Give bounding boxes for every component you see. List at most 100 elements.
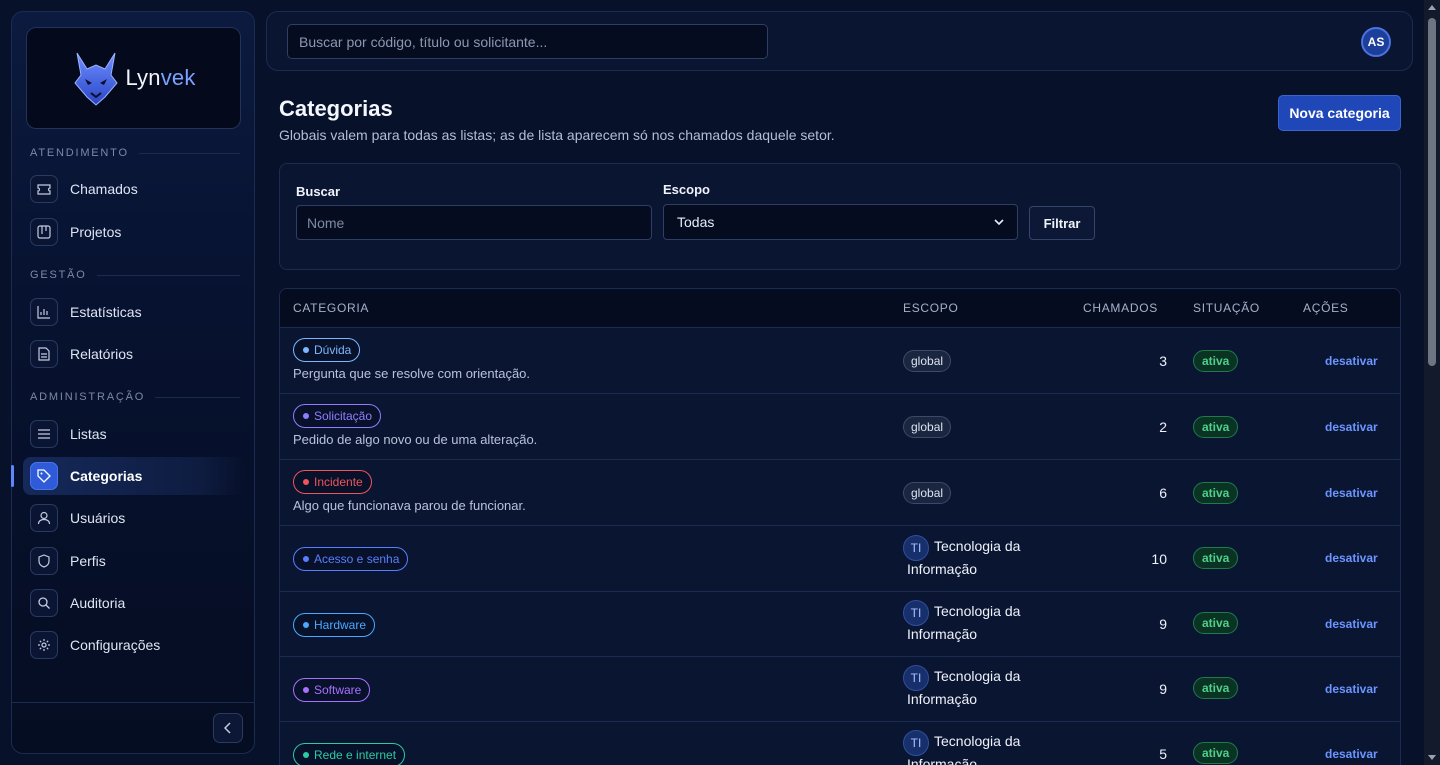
sidebar-item-label: Projetos (70, 224, 122, 240)
scroll-thumb[interactable] (1428, 18, 1436, 366)
table-row: Acesso e senha TI Tecnologia da Informaçã… (280, 526, 1400, 592)
name-search-input[interactable] (296, 205, 652, 240)
filter-panel: Buscar Escopo Todas Filtrar (279, 163, 1401, 270)
ticket-count: 10 (1151, 551, 1167, 567)
sidebar-item-perfis[interactable]: Perfis (23, 542, 245, 580)
page-scrollbar[interactable] (1424, 0, 1440, 765)
category-description: Pedido de algo novo ou de uma alteração. (293, 432, 538, 447)
ticket-count: 9 (1159, 681, 1167, 697)
scope-label: Escopo (663, 182, 710, 197)
column-header-escopo: ESCOPO (903, 301, 959, 315)
chevron-left-icon (224, 722, 231, 734)
bar-chart-icon (30, 298, 58, 326)
color-dot (303, 479, 309, 485)
table-row: Solicitação Pedido de algo novo ou de um… (280, 394, 1400, 460)
table-header: CATEGORIA ESCOPO CHAMADOS SITUAÇÃO AÇÕES (280, 289, 1400, 328)
sidebar-item-relatorios[interactable]: Relatórios (23, 335, 245, 373)
document-icon (30, 340, 58, 368)
search-icon (30, 589, 58, 617)
sidebar-item-usuarios[interactable]: Usuários (23, 499, 245, 537)
scope-badge: global (903, 350, 952, 372)
table-row: Rede e internet TI Tecnologia da Informaç… (280, 721, 1400, 765)
ticket-count: 9 (1159, 616, 1167, 632)
sidebar-item-label: Usuários (70, 510, 126, 526)
category-pill: Hardware (293, 613, 376, 637)
table-row: Software TI Tecnologia da Informação 9 at… (280, 656, 1400, 722)
color-dot (303, 347, 309, 353)
lynx-logo-icon (74, 52, 119, 106)
category-pill: Incidente (293, 470, 372, 494)
deactivate-link[interactable]: desativar (1325, 682, 1378, 696)
sidebar-item-projetos[interactable]: Projetos (23, 213, 245, 251)
scope-select[interactable]: Todas (663, 204, 1018, 240)
category-pill: Acesso e senha (293, 547, 409, 571)
color-dot (303, 752, 309, 758)
sidebar-item-label: Auditoria (70, 595, 126, 611)
list-name: Tecnologia da Informação (907, 603, 1021, 642)
sidebar-item-categorias[interactable]: Categorias (23, 457, 245, 495)
deactivate-link[interactable]: desativar (1325, 420, 1378, 434)
table-row: Hardware TI Tecnologia da Informação 9 at… (280, 591, 1400, 657)
ticket-count: 6 (1159, 485, 1167, 501)
categories-table: CATEGORIA ESCOPO CHAMADOS SITUAÇÃO AÇÕES… (279, 288, 1401, 765)
sidebar-item-label: Perfis (70, 553, 106, 569)
global-search-input[interactable] (287, 24, 768, 59)
sidebar-item-label: Estatísticas (70, 304, 142, 320)
scope-select-value: Todas (677, 214, 715, 230)
ticket-count: 3 (1159, 353, 1167, 369)
scroll-down-arrow-icon[interactable] (1428, 755, 1436, 760)
gear-icon (30, 631, 58, 659)
scroll-up-arrow-icon[interactable] (1428, 5, 1436, 10)
topbar: AS (266, 11, 1413, 71)
category-pill: Rede e internet (293, 743, 406, 765)
color-dot (303, 622, 309, 628)
brand-logo[interactable]: Lynvek (26, 27, 241, 129)
ticket-icon (30, 175, 58, 203)
section-label-administracao: ADMINISTRAÇÃO (30, 391, 240, 403)
search-label: Buscar (296, 184, 341, 199)
shield-icon (30, 547, 58, 575)
collapse-sidebar-button[interactable] (213, 713, 243, 743)
scope-list: TI Tecnologia da Informação (903, 600, 1064, 642)
sidebar-item-chamados[interactable]: Chamados (23, 170, 245, 208)
sidebar: Lynvek ATENDIMENTO Chamados Projetos GES… (11, 11, 255, 754)
page-title: Categorias (279, 96, 393, 121)
sidebar-item-configuracoes[interactable]: Configurações (23, 626, 245, 664)
list-icon (30, 420, 58, 448)
status-badge: ativa (1193, 416, 1239, 438)
new-category-button[interactable]: Nova categoria (1278, 95, 1401, 131)
user-icon (30, 504, 58, 532)
page-subtitle: Globais valem para todas as listas; as d… (279, 127, 835, 143)
table-row: Incidente Algo que funcionava parou de f… (280, 460, 1400, 526)
filter-button[interactable]: Filtrar (1029, 206, 1095, 240)
table-row: Dúvida Pergunta que se resolve com orien… (280, 328, 1400, 394)
status-badge: ativa (1193, 482, 1239, 504)
kanban-icon (30, 218, 58, 246)
ticket-count: 2 (1159, 419, 1167, 435)
sidebar-item-auditoria[interactable]: Auditoria (23, 584, 245, 622)
deactivate-link[interactable]: desativar (1325, 486, 1378, 500)
section-label-gestao: GESTÃO (30, 269, 240, 281)
ticket-count: 5 (1159, 746, 1167, 762)
status-badge: ativa (1193, 547, 1239, 569)
deactivate-link[interactable]: desativar (1325, 551, 1378, 565)
list-name: Tecnologia da Informação (907, 668, 1021, 707)
category-description: Algo que funcionava parou de funcionar. (293, 498, 526, 513)
category-pill: Dúvida (293, 338, 361, 362)
sidebar-item-listas[interactable]: Listas (23, 415, 245, 453)
avatar[interactable]: AS (1361, 27, 1391, 57)
scope-badge: global (903, 482, 952, 504)
column-header-categoria: CATEGORIA (293, 301, 370, 315)
brand-name: Lynvek (125, 65, 196, 90)
deactivate-link[interactable]: desativar (1325, 354, 1378, 368)
deactivate-link[interactable]: desativar (1325, 617, 1378, 631)
column-header-acoes: AÇÕES (1303, 301, 1349, 315)
color-dot (303, 556, 309, 562)
scope-list: TI Tecnologia da Informação (903, 665, 1064, 707)
status-badge: ativa (1193, 677, 1239, 699)
deactivate-link[interactable]: desativar (1325, 747, 1378, 761)
tag-icon (30, 462, 58, 490)
column-header-chamados: CHAMADOS (1083, 301, 1158, 315)
list-name: Tecnologia da Informação (907, 733, 1021, 765)
sidebar-item-estatisticas[interactable]: Estatísticas (23, 293, 245, 331)
